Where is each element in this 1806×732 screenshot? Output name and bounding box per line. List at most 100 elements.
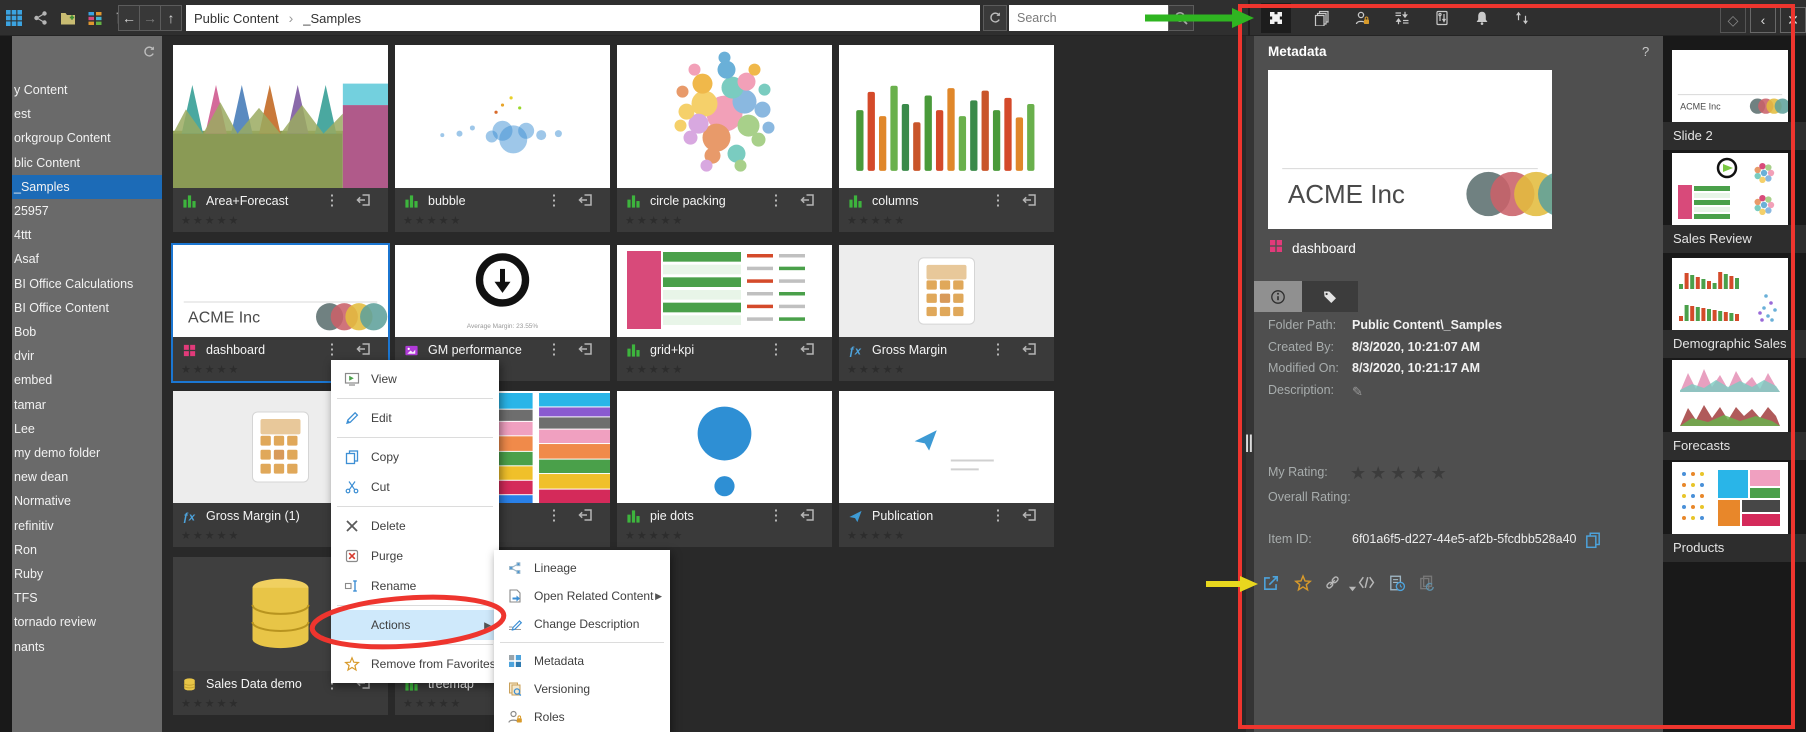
compare-icon[interactable] [1513, 3, 1531, 33]
roles-icon[interactable] [1353, 3, 1371, 33]
content-tools-icon[interactable] [1433, 3, 1451, 33]
tile-rating-stars[interactable]: ★★★★★ [181, 697, 240, 710]
tile-columns[interactable]: columns⋮★★★★★ [839, 45, 1054, 232]
edit-description-icon[interactable]: ✎ [1352, 384, 1363, 400]
sidebar-item-asaf[interactable]: Asaf [12, 247, 162, 271]
sidebar-item--samples[interactable]: _Samples [12, 175, 162, 199]
notifications-icon[interactable] [1473, 3, 1491, 33]
sidebar-item-lee[interactable]: Lee [12, 417, 162, 441]
menu-item-copy[interactable]: Copy [331, 442, 499, 472]
close-panel-button[interactable]: ✕ [1780, 7, 1806, 33]
menu-item-change-description[interactable]: Change Description [494, 610, 670, 638]
tile-rating-stars[interactable]: ★★★★★ [403, 214, 462, 227]
tab-tags[interactable] [1302, 281, 1358, 312]
tile-menu-kebab-icon[interactable]: ⋮ [323, 191, 341, 211]
related-list-icon[interactable] [1393, 3, 1411, 33]
tile-open-icon[interactable] [800, 341, 816, 362]
sidebar-item-dvir[interactable]: dvir [12, 344, 162, 368]
tile-menu-kebab-icon[interactable]: ⋮ [989, 191, 1007, 211]
tile-open-icon[interactable] [800, 192, 816, 213]
tile-circle-packing[interactable]: circle packing⋮★★★★★ [617, 45, 832, 232]
sidebar-item-new-dean[interactable]: new dean [12, 465, 162, 489]
sidebar-item-ruby[interactable]: Ruby [12, 562, 162, 586]
tile-rating-stars[interactable]: ★★★★★ [625, 529, 684, 542]
menu-item-metadata[interactable]: Metadata [494, 647, 670, 675]
lineage-icon[interactable] [30, 7, 52, 29]
tile-menu-kebab-icon[interactable]: ⋮ [989, 506, 1007, 526]
preview-thumb-forecasts[interactable] [1672, 360, 1788, 432]
tile-rating-stars[interactable]: ★★★★★ [181, 214, 240, 227]
menu-item-versioning[interactable]: Versioning [494, 675, 670, 703]
search-icon[interactable] [1168, 5, 1194, 31]
tile-bubble[interactable]: bubble⋮★★★★★ [395, 45, 610, 232]
menu-item-open-related-content[interactable]: Open Related Content▶ [494, 582, 670, 610]
refresh-button[interactable] [983, 5, 1007, 31]
menu-item-rename[interactable]: Rename [331, 571, 499, 601]
tile-pie-dots[interactable]: pie dots⋮★★★★★ [617, 391, 832, 547]
tile-area-forecast[interactable]: Area+Forecast⋮★★★★★ [173, 45, 388, 232]
sidebar-item-4ttt[interactable]: 4ttt [12, 223, 162, 247]
sidebar-item-25957[interactable]: 25957 [12, 199, 162, 223]
tile-publication[interactable]: Publication⋮★★★★★ [839, 391, 1054, 547]
splitter-handle[interactable]: ‖ [1244, 431, 1251, 459]
tile-menu-kebab-icon[interactable]: ⋮ [767, 506, 785, 526]
tile-rating-stars[interactable]: ★★★★★ [625, 214, 684, 227]
apps-grid-icon[interactable] [3, 7, 25, 29]
copy-item-id-icon[interactable] [1584, 531, 1602, 554]
tile-open-icon[interactable] [1022, 507, 1038, 528]
menu-item-actions[interactable]: Actions▶ [331, 610, 499, 640]
scheduler-icon[interactable] [1388, 574, 1406, 597]
sidebar-item-bi-office-calculations[interactable]: BI Office Calculations [12, 272, 162, 296]
open-item-icon[interactable] [1262, 574, 1280, 597]
tile-open-icon[interactable] [578, 507, 594, 528]
tile-open-icon[interactable] [1022, 192, 1038, 213]
tile-rating-stars[interactable]: ★★★★★ [181, 529, 240, 542]
tile-open-icon[interactable] [578, 341, 594, 362]
panel-splitter[interactable]: ‖ [1246, 36, 1254, 732]
tile-open-icon[interactable] [578, 192, 594, 213]
preview-thumb-sales-review[interactable] [1672, 153, 1788, 225]
diamond-button[interactable]: ◇ [1720, 7, 1746, 33]
tile-menu-kebab-icon[interactable]: ⋮ [767, 191, 785, 211]
tile-rating-stars[interactable]: ★★★★★ [181, 363, 240, 376]
sidebar-refresh-icon[interactable] [142, 45, 156, 64]
sidebar-item-ron[interactable]: Ron [12, 538, 162, 562]
forward-button[interactable]: → [139, 5, 161, 31]
favorite-icon[interactable] [1294, 574, 1312, 597]
tile-rating-stars[interactable]: ★★★★★ [847, 363, 906, 376]
sidebar-item-est[interactable]: est [12, 102, 162, 126]
menu-item-delete[interactable]: Delete [331, 511, 499, 541]
menu-item-purge[interactable]: Purge [331, 541, 499, 571]
sidebar-item-bi-office-content[interactable]: BI Office Content [12, 296, 162, 320]
back-button[interactable]: ← [118, 5, 140, 31]
menu-item-edit[interactable]: Edit [331, 403, 499, 433]
sidebar-item-orkgroup-content[interactable]: orkgroup Content [12, 126, 162, 150]
tile-menu-kebab-icon[interactable]: ⋮ [323, 340, 341, 360]
sidebar-item-embed[interactable]: embed [12, 368, 162, 392]
embed-code-icon[interactable] [1358, 574, 1375, 596]
tile-open-icon[interactable] [1022, 341, 1038, 362]
sidebar-item-blic-content[interactable]: blic Content [12, 151, 162, 175]
collapse-panel-button[interactable]: ‹ [1750, 7, 1776, 33]
help-icon[interactable]: ? [1642, 44, 1649, 59]
metadata-icon[interactable] [1261, 3, 1291, 33]
tile-rating-stars[interactable]: ★★★★★ [403, 697, 462, 710]
tile-menu-kebab-icon[interactable]: ⋮ [989, 340, 1007, 360]
tile-menu-kebab-icon[interactable]: ⋮ [767, 340, 785, 360]
sidebar-item-normative[interactable]: Normative [12, 489, 162, 513]
tab-info[interactable] [1254, 281, 1302, 312]
tile-grid-kpi[interactable]: grid+kpi⋮★★★★★ [617, 245, 832, 381]
sidebar-item-tfs[interactable]: TFS [12, 586, 162, 610]
copies-icon[interactable] [1313, 3, 1331, 33]
breadcrumb-root[interactable]: Public Content [194, 11, 279, 26]
search-input[interactable] [1009, 5, 1168, 31]
my-rating-stars[interactable]: ★★★★★ [1350, 463, 1451, 484]
sidebar-item-bob[interactable]: Bob [12, 320, 162, 344]
sidebar-item-tornado-review[interactable]: tornado review [12, 610, 162, 634]
preview-thumb-products[interactable] [1672, 462, 1788, 534]
tile-rating-stars[interactable]: ★★★★★ [847, 214, 906, 227]
menu-item-roles[interactable]: Roles [494, 703, 670, 731]
tile-rating-stars[interactable]: ★★★★★ [625, 363, 684, 376]
tile-open-icon[interactable] [356, 192, 372, 213]
menu-item-view[interactable]: View [331, 364, 499, 394]
